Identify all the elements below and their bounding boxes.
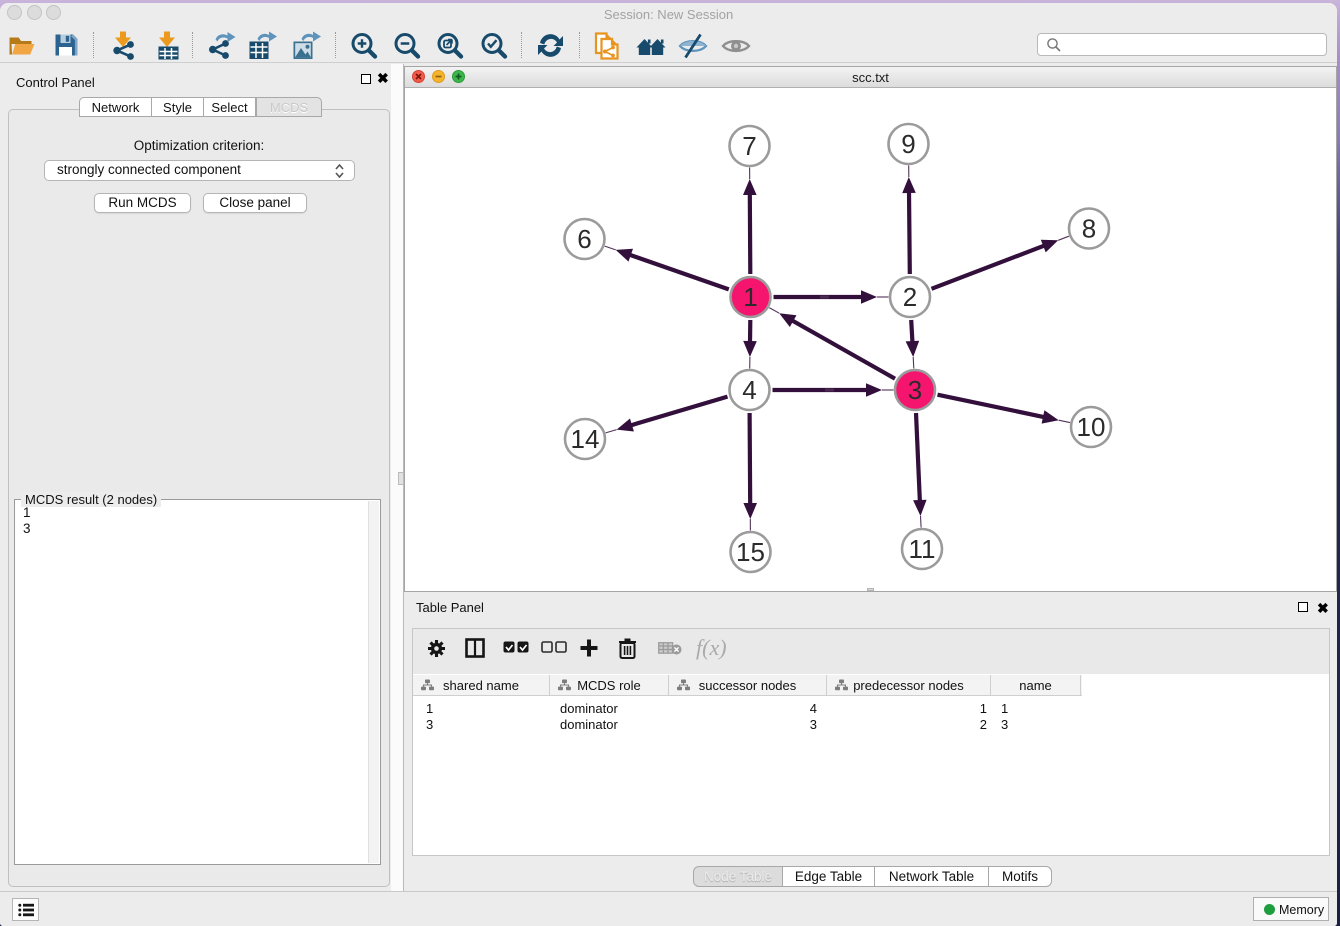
svg-text:9: 9 bbox=[901, 129, 915, 159]
svg-text:7: 7 bbox=[742, 131, 756, 161]
svg-text:15: 15 bbox=[736, 537, 765, 567]
svg-text:4: 4 bbox=[742, 375, 756, 405]
svg-text:8: 8 bbox=[1082, 214, 1096, 244]
svg-text:11: 11 bbox=[909, 534, 936, 564]
svg-text:6: 6 bbox=[577, 224, 591, 254]
svg-text:2: 2 bbox=[903, 282, 917, 312]
svg-text:1: 1 bbox=[743, 282, 757, 312]
svg-text:10: 10 bbox=[1077, 412, 1106, 442]
svg-text:14: 14 bbox=[571, 424, 600, 454]
svg-text:3: 3 bbox=[908, 375, 922, 405]
